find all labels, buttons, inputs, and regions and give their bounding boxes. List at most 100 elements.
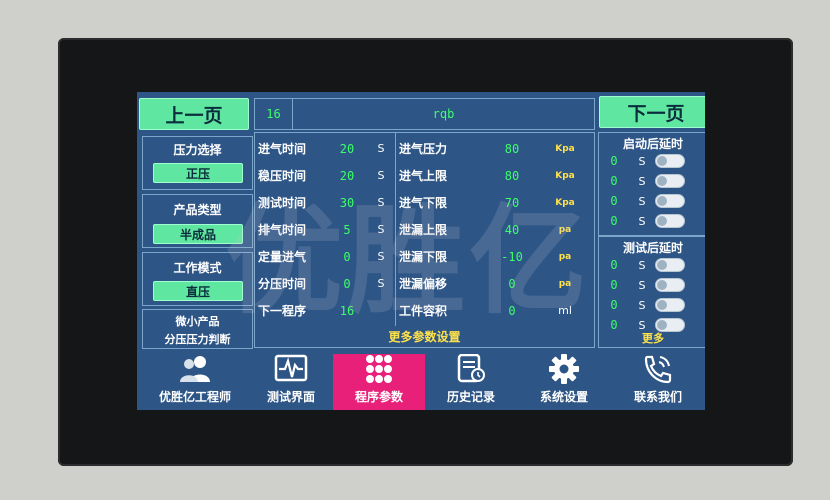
nav-program-params-label: 程序参数 bbox=[354, 390, 403, 404]
delay-value[interactable]: 0 bbox=[599, 298, 629, 312]
product-type-button[interactable]: 半成品 bbox=[153, 224, 243, 244]
work-mode-title: 工作模式 bbox=[173, 261, 222, 275]
param-value[interactable]: -10 bbox=[488, 250, 536, 264]
delay-toggle[interactable] bbox=[655, 194, 685, 208]
param-label: 进气上限 bbox=[399, 169, 448, 183]
nav-test-screen-label: 测试界面 bbox=[266, 390, 315, 404]
product-type-title: 产品类型 bbox=[173, 203, 222, 217]
nav-engineer[interactable]: 优胜亿工程师 bbox=[145, 354, 245, 410]
param-label: 进气压力 bbox=[399, 142, 448, 156]
delay-toggle[interactable] bbox=[655, 154, 685, 168]
toggle-knob bbox=[657, 280, 667, 290]
param-value[interactable]: 0 bbox=[488, 304, 536, 318]
toggle-knob bbox=[657, 260, 667, 270]
toggle-knob bbox=[657, 176, 667, 186]
param-value[interactable]: 16 bbox=[325, 304, 369, 318]
delay-toggle[interactable] bbox=[655, 174, 685, 188]
param-row: 测试时间 30 S bbox=[255, 189, 395, 216]
nav-history[interactable]: 历史记录 bbox=[425, 354, 517, 410]
delay-row: 0S bbox=[599, 171, 705, 191]
param-label: 稳压时间 bbox=[258, 169, 307, 183]
param-value[interactable]: 80 bbox=[488, 142, 536, 156]
work-mode-button[interactable]: 直压 bbox=[153, 281, 243, 301]
param-row: 进气上限 80 Kpa bbox=[396, 162, 594, 189]
delay-unit: S bbox=[638, 278, 646, 292]
param-value[interactable]: 80 bbox=[488, 169, 536, 183]
param-label: 进气下限 bbox=[399, 196, 448, 210]
param-unit: S bbox=[377, 142, 385, 155]
phone-icon bbox=[644, 355, 672, 384]
nav-contact-us[interactable]: 联系我们 bbox=[611, 354, 705, 410]
param-value[interactable]: 70 bbox=[488, 196, 536, 210]
grid-dots-icon bbox=[366, 355, 392, 383]
more-button[interactable]: 更多 bbox=[599, 331, 705, 347]
param-unit: S bbox=[377, 250, 385, 263]
delay-value[interactable]: 0 bbox=[599, 154, 629, 168]
history-icon bbox=[457, 354, 485, 383]
param-row: 定量进气 0 S bbox=[255, 243, 395, 270]
param-value[interactable]: 5 bbox=[325, 223, 369, 237]
param-unit: Kpa bbox=[555, 197, 575, 208]
param-value[interactable]: 0 bbox=[488, 277, 536, 291]
gear-icon bbox=[549, 354, 579, 384]
param-label: 分压时间 bbox=[258, 277, 307, 291]
prev-page-button[interactable]: 上一页 bbox=[139, 98, 249, 130]
delay-toggle[interactable] bbox=[655, 318, 685, 332]
param-label: 定量进气 bbox=[258, 250, 307, 264]
param-value[interactable]: 0 bbox=[325, 277, 369, 291]
delay-after-start-panel: 启动后延时 0S0S0S0S bbox=[598, 132, 705, 236]
nav-program-params[interactable]: 程序参数 bbox=[333, 354, 425, 410]
delay-value[interactable]: 0 bbox=[599, 258, 629, 272]
pressure-select-button[interactable]: 正压 bbox=[153, 163, 243, 183]
nav-system-settings[interactable]: 系统设置 bbox=[517, 354, 611, 410]
param-value[interactable]: 0 bbox=[325, 250, 369, 264]
program-number[interactable]: 16 bbox=[255, 99, 293, 129]
delay-after-start-title: 启动后延时 bbox=[622, 137, 683, 151]
nav-engineer-label: 优胜亿工程师 bbox=[158, 390, 231, 404]
delay-value[interactable]: 0 bbox=[599, 214, 629, 228]
users-icon bbox=[180, 356, 210, 382]
param-row: 下一程序 16 bbox=[255, 297, 395, 324]
param-value[interactable]: 20 bbox=[325, 142, 369, 156]
delay-unit: S bbox=[638, 194, 646, 208]
param-label: 泄漏下限 bbox=[399, 250, 448, 264]
nav-contact-us-label: 联系我们 bbox=[633, 390, 682, 404]
param-value[interactable]: 20 bbox=[325, 169, 369, 183]
param-label: 测试时间 bbox=[258, 196, 307, 210]
param-unit: S bbox=[377, 196, 385, 209]
toggle-knob bbox=[657, 320, 667, 330]
param-value[interactable]: 40 bbox=[488, 223, 536, 237]
delay-row: 0S bbox=[599, 191, 705, 211]
small-product-label: 微小产品 bbox=[175, 315, 220, 328]
param-row: 进气时间 20 S bbox=[255, 135, 395, 162]
delay-toggle[interactable] bbox=[655, 298, 685, 312]
param-label: 排气时间 bbox=[258, 223, 307, 237]
next-page-button[interactable]: 下一页 bbox=[599, 96, 705, 128]
param-unit: pa bbox=[558, 251, 572, 262]
delay-value[interactable]: 0 bbox=[599, 278, 629, 292]
nav-history-label: 历史记录 bbox=[446, 390, 495, 404]
delay-toggle[interactable] bbox=[655, 214, 685, 228]
delay-value[interactable]: 0 bbox=[599, 174, 629, 188]
param-row: 进气压力 80 Kpa bbox=[396, 135, 594, 162]
small-product-panel[interactable]: 微小产品 分压压力判断 bbox=[142, 309, 253, 349]
delay-value[interactable]: 0 bbox=[599, 194, 629, 208]
nav-test-screen[interactable]: 测试界面 bbox=[245, 354, 337, 410]
delay-row: 0S bbox=[599, 255, 705, 275]
work-mode-panel: 工作模式 直压 bbox=[142, 252, 253, 306]
delay-row: 0S bbox=[599, 275, 705, 295]
pressure-judgement-label: 分压压力判断 bbox=[164, 333, 231, 346]
param-row: 稳压时间 20 S bbox=[255, 162, 395, 189]
pressure-select-title: 压力选择 bbox=[173, 143, 222, 157]
param-row: 泄漏偏移 0 pa bbox=[396, 270, 594, 297]
delay-toggle[interactable] bbox=[655, 278, 685, 292]
delay-toggle[interactable] bbox=[655, 258, 685, 272]
program-name[interactable]: rqb bbox=[293, 107, 594, 121]
delay-unit: S bbox=[638, 318, 646, 332]
param-value[interactable]: 30 bbox=[325, 196, 369, 210]
hmi-screen: 上一页 下一页 16 rqb 压力选择 正压 产品类型 半成品 工作模式 直压 … bbox=[137, 92, 705, 410]
param-unit: S bbox=[377, 169, 385, 182]
more-params-button[interactable]: 更多参数设置 bbox=[255, 327, 594, 347]
delay-value[interactable]: 0 bbox=[599, 318, 629, 332]
delay-after-test-title: 测试后延时 bbox=[622, 241, 683, 255]
